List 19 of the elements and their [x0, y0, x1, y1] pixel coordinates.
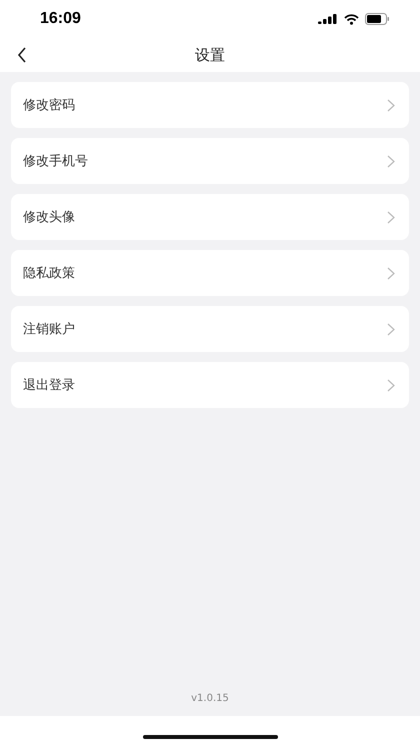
settings-item[interactable]: 注销账户	[11, 306, 409, 352]
chevron-right-icon	[387, 98, 395, 112]
chevron-right-icon	[387, 378, 395, 392]
settings-item[interactable]: 退出登录	[11, 362, 409, 408]
version-text: v1.0.15	[191, 693, 229, 704]
signal-icon	[318, 14, 338, 24]
wifi-icon	[344, 14, 359, 24]
settings-item[interactable]: 修改密码	[11, 82, 409, 128]
status-time: 16:09	[40, 10, 81, 28]
chevron-right-icon	[387, 322, 395, 336]
settings-item[interactable]: 修改手机号	[11, 138, 409, 184]
chevron-right-icon	[387, 210, 395, 224]
chevron-right-icon	[387, 266, 395, 280]
settings-item[interactable]: 修改头像	[11, 194, 409, 240]
back-icon[interactable]	[17, 47, 27, 63]
chevron-right-icon	[387, 154, 395, 168]
settings-item[interactable]: 隐私政策	[11, 250, 409, 296]
battery-icon	[365, 13, 390, 25]
page-title: 设置	[195, 46, 225, 64]
